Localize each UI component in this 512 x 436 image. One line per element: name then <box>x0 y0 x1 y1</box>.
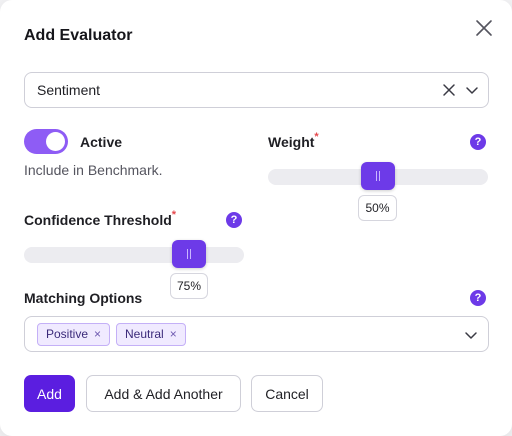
matching-options-select[interactable]: Positive × Neutral × <box>24 316 489 352</box>
chevron-down-icon[interactable] <box>464 328 478 342</box>
confidence-label-text: Confidence Threshold <box>24 212 172 228</box>
remove-chip-icon[interactable]: × <box>170 324 177 345</box>
chip-label: Positive <box>46 327 89 341</box>
weight-slider-thumb[interactable] <box>361 162 395 190</box>
help-icon[interactable]: ? <box>470 290 486 306</box>
confidence-slider[interactable] <box>24 247 244 263</box>
required-mark: * <box>171 209 177 221</box>
help-icon[interactable]: ? <box>226 212 242 228</box>
help-icon[interactable]: ? <box>470 134 486 150</box>
weight-label: Weight* <box>268 131 319 150</box>
required-mark: * <box>314 131 319 143</box>
chip-positive: Positive × <box>37 323 111 346</box>
chevron-down-icon[interactable] <box>465 83 479 97</box>
weight-value: 50% <box>358 195 397 221</box>
include-in-benchmark-text: Include in Benchmark. <box>24 162 163 178</box>
confidence-slider-thumb[interactable] <box>172 240 206 268</box>
evaluator-select-value: Sentiment <box>37 82 101 98</box>
cancel-button[interactable]: Cancel <box>251 375 323 412</box>
matching-options-label: Matching Options <box>24 290 143 306</box>
confidence-threshold-label: Confidence Threshold* <box>24 209 177 228</box>
chip-neutral: Neutral × <box>116 323 186 346</box>
chip-label: Neutral <box>125 327 164 341</box>
active-label: Active <box>80 134 123 150</box>
evaluator-select[interactable]: Sentiment <box>24 72 489 108</box>
close-icon[interactable] <box>474 18 494 38</box>
dialog-title: Add Evaluator <box>24 27 133 44</box>
toggle-knob <box>46 132 65 151</box>
add-and-add-another-button[interactable]: Add & Add Another <box>86 375 241 412</box>
weight-label-text: Weight <box>268 134 315 150</box>
confidence-value: 75% <box>170 273 208 299</box>
add-button[interactable]: Add <box>24 375 75 412</box>
remove-chip-icon[interactable]: × <box>94 324 101 345</box>
active-toggle[interactable] <box>24 129 68 154</box>
add-evaluator-dialog: Add Evaluator Sentiment Active Include i… <box>0 0 512 436</box>
clear-icon[interactable] <box>442 83 456 97</box>
